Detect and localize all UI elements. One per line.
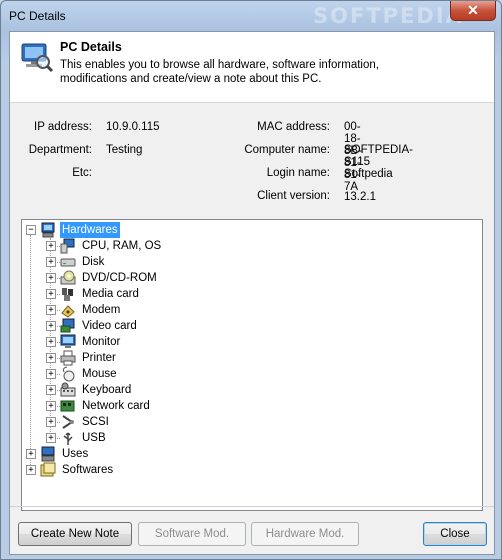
modem-icon	[60, 302, 76, 318]
tree-node-label: Printer	[82, 352, 116, 364]
softwares-icon	[40, 462, 56, 478]
cpu-icon	[60, 238, 76, 254]
usb-icon	[60, 430, 76, 446]
tree-node-label: Keyboard	[82, 384, 132, 396]
uses-icon	[40, 446, 56, 462]
computer-name-value: SOFTPEDIA-S115	[344, 144, 414, 168]
expand-toggle-icon[interactable]: +	[46, 321, 56, 331]
expand-toggle-icon[interactable]: +	[46, 417, 56, 427]
network-card-icon	[60, 398, 76, 414]
tree-node-label: Softwares	[62, 464, 114, 476]
disk-icon	[60, 254, 76, 270]
tree-node-label: Mouse	[82, 368, 117, 380]
tree-node-label: DVD/CD-ROM	[82, 272, 157, 284]
header-description: This enables you to browse all hardware,…	[60, 59, 379, 85]
hardware-mod-button[interactable]: Hardware Mod.	[251, 522, 359, 546]
tree-node-label: CPU, RAM, OS	[82, 240, 162, 252]
dvd-icon	[60, 270, 76, 286]
expand-toggle-icon[interactable]: +	[46, 353, 56, 363]
department-label: Department:	[28, 144, 92, 156]
login-name-label: Login name:	[266, 167, 330, 179]
login-name-value: Softpedia	[344, 168, 393, 180]
expand-toggle-icon[interactable]: +	[46, 257, 56, 267]
softpedia-watermark: SOFTPEDIA	[313, 4, 464, 28]
tree-node-label: USB	[82, 432, 106, 444]
footer-divider	[10, 506, 494, 507]
expand-toggle-icon[interactable]: +	[46, 401, 56, 411]
tree-node-label: Disk	[82, 256, 105, 268]
collapse-toggle-icon[interactable]: −	[26, 225, 36, 235]
pc-magnifier-icon	[20, 40, 54, 77]
client-version-value: 13.2.1	[344, 191, 376, 203]
hardware-tree[interactable]: − Hardwares + CPU, RAM, OS + Disk + DVD/CD-ROM +…	[21, 219, 483, 511]
keyboard-icon	[60, 382, 76, 398]
media-card-icon	[60, 286, 76, 302]
expand-toggle-icon[interactable]: +	[46, 369, 56, 379]
close-button[interactable]: Close	[423, 522, 487, 546]
expand-toggle-icon[interactable]: +	[26, 449, 36, 459]
tree-node-label: Network card	[82, 400, 150, 412]
client-version-label: Client version:	[257, 190, 330, 202]
header-title: PC Details	[60, 40, 122, 54]
etc-label: Etc:	[72, 167, 92, 179]
dialog-body: PC Details This enables you to browse al…	[9, 31, 495, 555]
tree-node-label: Media card	[82, 288, 139, 300]
expand-toggle-icon[interactable]: +	[46, 337, 56, 347]
window-close-button[interactable]: ✕	[450, 1, 496, 21]
ip-address-value: 10.9.0.115	[106, 121, 160, 133]
window-title: PC Details	[9, 9, 66, 23]
create-new-note-button[interactable]: Create New Note	[18, 522, 132, 546]
department-value: Testing	[106, 144, 143, 156]
tree-node-label: Uses	[62, 448, 89, 460]
title-bar[interactable]: PC Details SOFTPEDIA ✕	[1, 1, 501, 31]
ip-address-label: IP address:	[34, 121, 92, 133]
tree-node-label: Video card	[82, 320, 137, 332]
tree-root-connector	[30, 235, 31, 471]
mouse-icon	[60, 366, 76, 382]
header-panel: PC Details This enables you to browse al…	[10, 32, 494, 103]
tree-node-label: Modem	[82, 304, 121, 316]
monitor-icon	[60, 334, 76, 350]
tree-node-label: Monitor	[82, 336, 121, 348]
expand-toggle-icon[interactable]: +	[46, 385, 56, 395]
expand-toggle-icon[interactable]: +	[46, 241, 56, 251]
scsi-icon	[60, 414, 76, 430]
software-mod-button[interactable]: Software Mod.	[138, 522, 246, 546]
pc-details-window: PC Details SOFTPEDIA ✕ PC Details This e…	[0, 0, 502, 560]
expand-toggle-icon[interactable]: +	[46, 289, 56, 299]
printer-icon	[60, 350, 76, 366]
tree-node-label: SCSI	[82, 416, 109, 428]
computer-name-label: Computer name:	[244, 144, 330, 156]
expand-toggle-icon[interactable]: +	[46, 305, 56, 315]
tree-node-label: Hardwares	[60, 222, 120, 238]
video-card-icon	[60, 318, 76, 334]
expand-toggle-icon[interactable]: +	[26, 465, 36, 475]
mac-address-label: MAC address:	[257, 121, 330, 133]
expand-toggle-icon[interactable]: +	[46, 273, 56, 283]
computer-icon	[40, 222, 56, 238]
expand-toggle-icon[interactable]: +	[46, 433, 56, 443]
